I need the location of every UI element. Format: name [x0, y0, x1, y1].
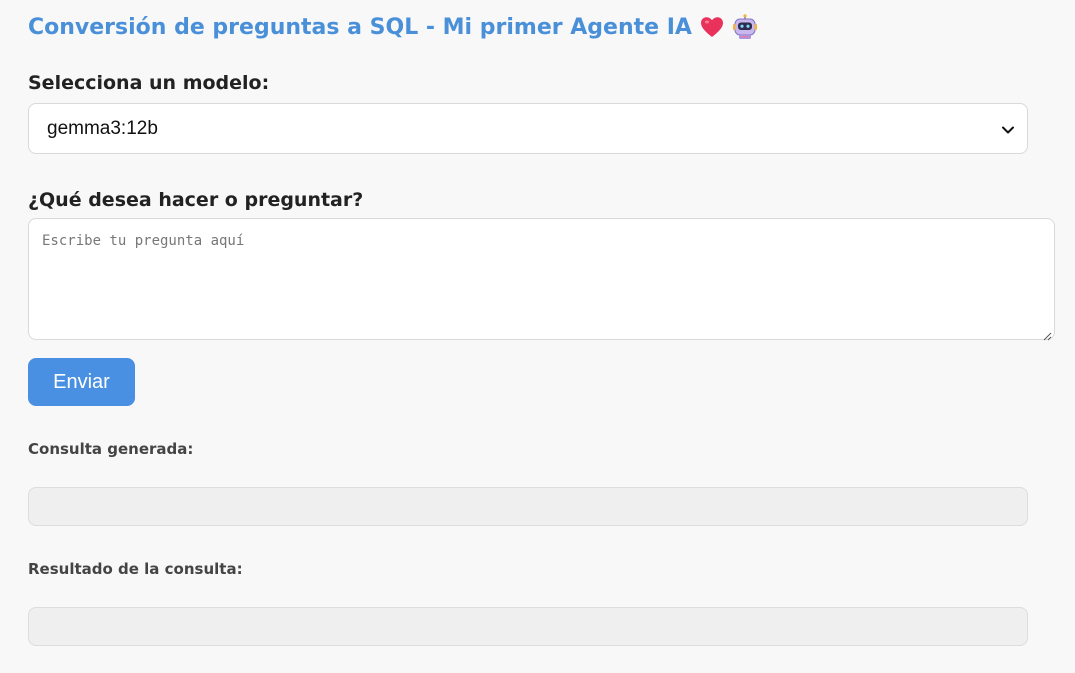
- query-result-output: [28, 607, 1028, 646]
- query-result-label: Resultado de la consulta:: [28, 560, 243, 578]
- app-page: Conversión de preguntas a SQL - Mi prime…: [0, 0, 1075, 673]
- model-select[interactable]: gemma3:12b: [28, 103, 1028, 154]
- model-label: Selecciona un modelo:: [28, 72, 270, 94]
- page-title: Conversión de preguntas a SQL - Mi prime…: [28, 14, 758, 40]
- question-label: ¿Qué desea hacer o preguntar?: [28, 189, 364, 211]
- question-input[interactable]: [28, 218, 1055, 340]
- heart-icon: [700, 16, 724, 38]
- generated-query-output: [28, 487, 1028, 526]
- resize-handle-icon[interactable]: [1042, 326, 1052, 341]
- generated-query-label: Consulta generada:: [28, 440, 194, 458]
- chevron-down-icon: [1001, 122, 1015, 136]
- model-select-value: gemma3:12b: [47, 117, 158, 139]
- send-button[interactable]: Enviar: [28, 358, 135, 406]
- robot-icon: [732, 14, 758, 40]
- page-title-text: Conversión de preguntas a SQL - Mi prime…: [28, 14, 692, 40]
